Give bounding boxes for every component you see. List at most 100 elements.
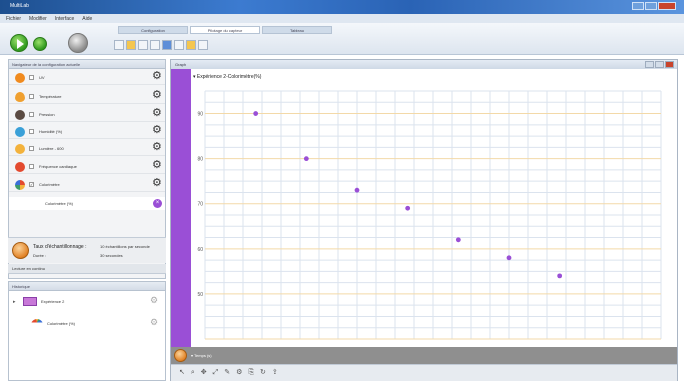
y-axis-bar[interactable] (171, 69, 191, 347)
gear-icon[interactable]: ⚙ (152, 90, 162, 101)
history-channel-row[interactable]: Colorimètre (%) ⚙ (9, 316, 165, 330)
graph-minimize-button[interactable] (645, 61, 654, 68)
menu-edit[interactable]: Modifier (29, 16, 47, 22)
refresh-icon[interactable]: ↻ (260, 369, 266, 377)
clock-icon[interactable] (12, 242, 29, 259)
sensor-row-temperature[interactable]: Température ⚙ (9, 89, 165, 104)
sensor-row-pressure[interactable]: Pression ⚙ (9, 107, 165, 122)
gear-icon[interactable]: ⚙ (150, 318, 158, 327)
sensor-checkbox[interactable] (29, 112, 34, 117)
uv-sensor-icon (15, 73, 25, 83)
export-icon[interactable]: ⇪ (272, 369, 278, 377)
tab-table[interactable]: Tableau (262, 26, 332, 34)
sensor-label: Pression (39, 112, 55, 117)
graph-close-button[interactable] (665, 61, 674, 68)
meter-tool-icon[interactable] (162, 40, 172, 50)
humidity-icon (15, 127, 25, 137)
y-tick-label: 80 (197, 157, 203, 163)
cursor-icon[interactable]: ✎ (224, 369, 230, 377)
gear-icon[interactable]: ⚙ (152, 160, 162, 171)
sensor-checkbox[interactable] (29, 164, 34, 169)
sensor-row-light[interactable]: Lumière - 600 ⚙ (9, 141, 165, 156)
select-tool-icon[interactable] (114, 40, 124, 50)
x-axis-bar[interactable]: ▾ Temps (s) (171, 347, 677, 364)
tab-configuration[interactable]: Configuration (118, 26, 188, 34)
heart-icon (15, 162, 25, 172)
menu-help[interactable]: Aide (82, 16, 92, 22)
sensor-checkbox-checked[interactable]: ✓ (29, 182, 34, 187)
gear-icon[interactable]: ⚙ (152, 71, 162, 82)
remove-channel-icon[interactable]: × (153, 199, 162, 208)
menu-file[interactable]: Fichier (6, 16, 21, 22)
autoscale-icon[interactable]: ⤢ (213, 369, 219, 377)
graph-toolbar: ↖ ⌕ ✥ ⤢ ✎ ⚙ ⎘ ↻ ⇪ (171, 364, 677, 381)
play-icon[interactable] (10, 34, 28, 52)
y-tick-label: 60 (197, 247, 203, 253)
sampling-rate-value: 10 échantillons par seconde (100, 244, 150, 249)
menu-interface[interactable]: Interface (55, 16, 74, 22)
menu-bar: Fichier Modifier Interface Aide (0, 14, 684, 23)
maximize-button[interactable] (645, 2, 657, 10)
gear-icon[interactable]: ⚙ (152, 108, 162, 119)
gear-icon[interactable]: ⚙ (152, 142, 162, 153)
minimize-button[interactable] (632, 2, 644, 10)
stop-icon[interactable] (68, 33, 88, 53)
sensor-row-colorimeter[interactable]: ✓ Colorimètre ⚙ (9, 177, 165, 192)
graph-tool-icon[interactable] (150, 40, 160, 50)
graph-header: Graph (171, 60, 677, 69)
tool-icon-group (114, 40, 208, 50)
selected-channel-row[interactable]: Colorimètre (%) × (9, 197, 165, 210)
duration-value: 30 secondes (100, 253, 123, 258)
zoom-icon[interactable]: ⌕ (191, 369, 195, 377)
navigator-header: Navigateur de la configuration actuelle (9, 60, 165, 69)
sensor-row-heart-rate[interactable]: Fréquence cardiaque ⚙ (9, 159, 165, 174)
map-tool-icon[interactable] (174, 40, 184, 50)
copy-icon[interactable]: ⎘ (248, 369, 254, 377)
channel-label: Colorimètre (%) (47, 321, 76, 326)
history-experiment-row[interactable]: ▸ Expérience 2 ⚙ (9, 294, 165, 308)
gear-icon[interactable]: ⚙ (152, 178, 162, 189)
toolbar: Configuration Pilotage du capteur Tablea… (0, 23, 684, 55)
plot-area[interactable]: 90 80 70 60 50 (191, 69, 677, 347)
sensor-tool-icon[interactable] (126, 40, 136, 50)
sensor-row-humidity[interactable]: Humidité (%) ⚙ (9, 124, 165, 139)
channel-label: Colorimètre (%) (45, 201, 74, 206)
history-panel: Historique ▸ Expérience 2 ⚙ Colorimètre … (8, 281, 166, 381)
sensor-checkbox[interactable] (29, 146, 34, 151)
temperature-icon (15, 92, 25, 102)
gear-icon[interactable]: ⚙ (236, 369, 242, 377)
export-tool-icon[interactable] (198, 40, 208, 50)
sensor-checkbox[interactable] (29, 75, 34, 80)
sensor-checkbox[interactable] (29, 94, 34, 99)
pan-icon[interactable]: ✥ (201, 369, 207, 377)
close-button[interactable] (658, 2, 676, 10)
record-icon[interactable] (33, 37, 47, 51)
data-point (506, 255, 512, 261)
tab-sensor-control[interactable]: Pilotage du capteur (190, 26, 260, 34)
sensor-checkbox[interactable] (29, 129, 34, 134)
sampling-rate-label: Taux d'échantillonnage : (33, 244, 87, 250)
sensor-row-uv[interactable]: UV ⚙ (9, 70, 165, 85)
gear-icon[interactable]: ⚙ (150, 296, 158, 305)
sensor-label: Colorimètre (39, 182, 60, 187)
window-title: MultiLab (10, 3, 29, 9)
ribbon-tabs: Configuration Pilotage du capteur Tablea… (118, 26, 332, 34)
experiment-label: Expérience 2 (41, 299, 65, 304)
sensor-label: Lumière - 600 (39, 146, 64, 151)
y-tick-label: 50 (197, 292, 203, 298)
pointer-icon[interactable]: ↖ (179, 369, 185, 377)
history-header: Historique (9, 282, 165, 291)
gear-icon[interactable]: ⚙ (152, 125, 162, 136)
pressure-icon (15, 110, 25, 120)
clock-icon[interactable] (174, 349, 187, 362)
sensor-label: Fréquence cardiaque (39, 164, 77, 169)
data-point (557, 273, 563, 279)
folder-tool-icon[interactable] (186, 40, 196, 50)
colorimeter-icon (31, 319, 43, 326)
y-tick-label: 90 (197, 112, 203, 118)
data-point (455, 237, 461, 243)
expand-arrow-icon[interactable]: ▸ (13, 299, 16, 305)
graph-maximize-button[interactable] (655, 61, 664, 68)
table-tool-icon[interactable] (138, 40, 148, 50)
sensor-label: Température (39, 94, 62, 99)
